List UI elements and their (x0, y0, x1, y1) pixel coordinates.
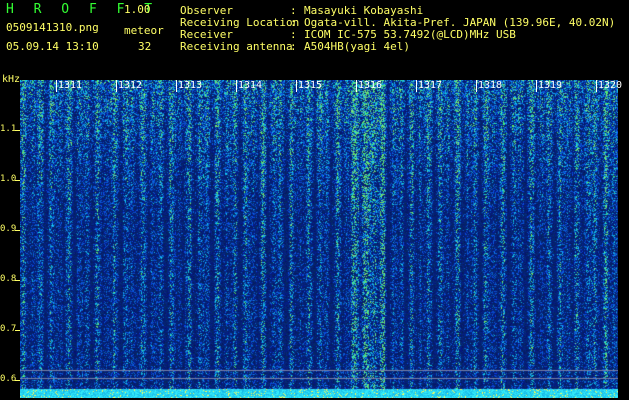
meteor-label: meteor (124, 24, 164, 37)
x-tick-label: 1319 (538, 80, 563, 91)
x-tick-label: 1312 (118, 80, 143, 91)
x-tick-mark (416, 80, 417, 92)
info-key-antenna: Receiving antenna (180, 40, 293, 53)
meteor-count: 32 (138, 40, 152, 53)
info-key-observer: Observer (180, 4, 233, 17)
info-value-location: Ogata-vill. Akita-Pref. JAPAN (139.96E, … (304, 16, 616, 29)
x-tick-mark (296, 80, 297, 92)
x-tick-label: 1311 (58, 80, 83, 91)
x-tick-label: 1315 (298, 80, 323, 91)
spectrogram-plot (20, 80, 618, 398)
x-tick-label: 1316 (358, 80, 383, 91)
info-colon: : (290, 16, 297, 29)
x-tick-mark (476, 80, 477, 92)
x-tick-label: 1320 (598, 80, 623, 91)
y-tick-mark (15, 130, 20, 131)
info-value-receiver: ICOM IC-575 53.7492(@LCD)MHz USB (304, 28, 516, 41)
x-tick-label: 1317 (418, 80, 443, 91)
x-tick-label: 1313 (178, 80, 203, 91)
info-key-location: Receiving Location (180, 16, 300, 29)
info-colon: : (290, 4, 297, 17)
x-tick-mark (236, 80, 237, 92)
app-version: 1.00 (124, 3, 151, 16)
y-tick-mark (15, 180, 20, 181)
y-tick-mark (15, 230, 20, 231)
info-value-antenna: A504HB(yagi 4el) (304, 40, 410, 53)
info-colon: : (290, 28, 297, 41)
y-tick-mark (15, 330, 20, 331)
spectrogram-canvas (20, 80, 618, 398)
x-tick-mark (596, 80, 597, 92)
timestamp: 05.09.14 13:10 (6, 40, 99, 53)
file-name: 0509141310.png (6, 21, 99, 34)
info-value-observer: Masayuki Kobayashi (304, 4, 424, 17)
x-tick-mark (356, 80, 357, 92)
x-tick-label: 1314 (238, 80, 263, 91)
y-tick-mark (15, 280, 20, 281)
y-tick-mark (15, 380, 20, 381)
x-tick-mark (536, 80, 537, 92)
x-tick-mark (116, 80, 117, 92)
x-tick-mark (176, 80, 177, 92)
hrofft-spectrogram-window: H R O F F T 1.00 0509141310.png meteor 0… (0, 0, 629, 400)
y-axis-unit: kHz (2, 74, 21, 85)
info-colon: : (290, 40, 297, 53)
x-tick-mark (56, 80, 57, 92)
x-tick-label: 1318 (478, 80, 503, 91)
info-key-receiver: Receiver (180, 28, 233, 41)
